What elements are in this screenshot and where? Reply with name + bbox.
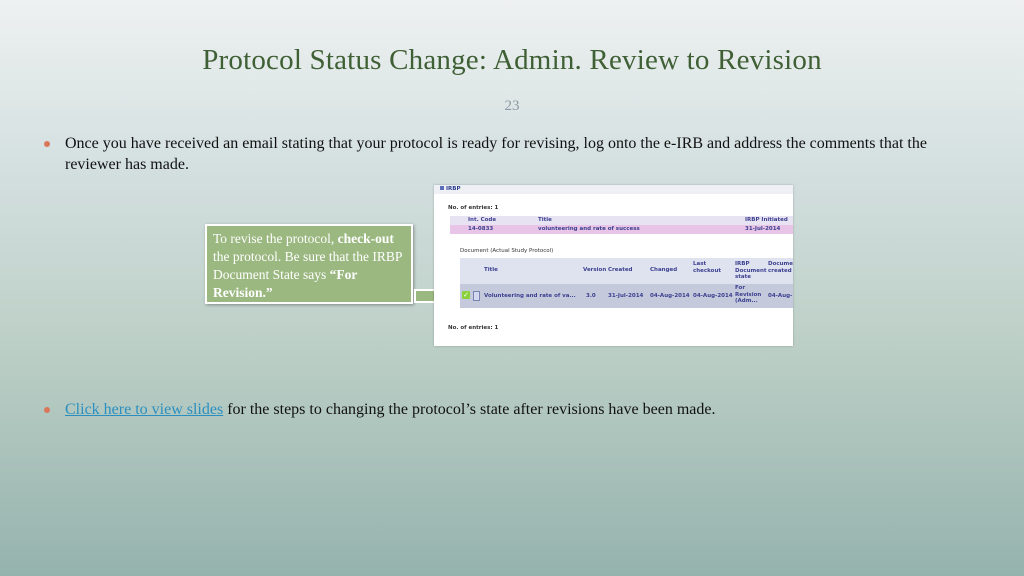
bullet-text-2: Click here to view slides for the steps … — [65, 399, 944, 420]
col-created: Created — [608, 267, 633, 273]
table-row[interactable]: 14-0833 volunteering and rate of success… — [450, 225, 793, 234]
document-icon — [473, 291, 480, 301]
cell-last-checkout: 04-Aug-2014 — [693, 293, 733, 299]
col-last-checkout: Last checkout — [693, 261, 721, 274]
cell-created: 31-Jul-2014 — [608, 293, 644, 299]
protocol-table: Int. Code Title IRBP Initiated 14-0833 v… — [450, 216, 793, 234]
protocol-table-header: Int. Code Title IRBP Initiated — [450, 216, 793, 225]
view-slides-link[interactable]: Click here to view slides — [65, 401, 223, 418]
cell-version: 3.0 — [586, 293, 596, 299]
bullet-dot-icon — [44, 407, 50, 413]
col-changed: Changed — [650, 267, 678, 273]
entries-count-top: No. of entries: 1 — [448, 205, 499, 211]
callout-text-2: the protocol. Be sure that the IRBP Docu… — [213, 249, 402, 282]
col-document-created: Docume created — [768, 261, 793, 274]
bullet-text-2-rest: for the steps to changing the protocol’s… — [223, 401, 716, 418]
slide-number: 23 — [504, 98, 520, 114]
document-table-header: Title Version Created Changed Last check… — [460, 258, 793, 284]
instruction-callout: To revise the protocol, check-out the pr… — [205, 224, 413, 304]
col-title: Title — [538, 217, 552, 223]
irbp-header-label: IRBP — [446, 186, 461, 192]
table-row[interactable]: ✓ Volunteering and rate of va... 3.0 31-… — [460, 284, 793, 308]
col-version: Version — [583, 267, 607, 273]
document-table: Title Version Created Changed Last check… — [460, 258, 793, 308]
cell-doc-title: Volunteering and rate of va... — [484, 293, 576, 299]
callout-bold-checkout: check-out — [337, 231, 394, 246]
irbp-header-icon — [440, 186, 444, 190]
cell-changed: 04-Aug-2014 — [650, 293, 690, 299]
slide-title: Protocol Status Change: Admin. Review to… — [202, 44, 822, 76]
col-int-code: Int. Code — [468, 217, 497, 223]
col-doc-title: Title — [484, 267, 498, 273]
e-irb-screenshot: IRBP No. of entries: 1 Int. Code Title I… — [434, 185, 793, 346]
callout-text-1: To revise the protocol, — [213, 231, 338, 246]
entries-count-bottom: No. of entries: 1 — [448, 325, 499, 331]
bullet-text-1: Once you have received an email stating … — [65, 135, 927, 173]
cell-document-state: For Revision (Adm... — [735, 285, 762, 304]
col-irbp-initiated: IRBP Initiated — [745, 217, 788, 223]
irbp-header: IRBP — [434, 185, 793, 194]
cell-int-code: 14-0833 — [468, 226, 494, 232]
col-document-state: IRBP Document state — [735, 261, 767, 280]
cell-initiated: 31-Jul-2014 — [745, 226, 781, 232]
document-section-label: Document (Actual Study Protocol) — [460, 248, 554, 254]
cell-document-created: 04-Aug- — [768, 293, 793, 299]
bullet-item-2: Click here to view slides for the steps … — [44, 399, 944, 420]
checkout-icon[interactable]: ✓ — [462, 291, 470, 299]
bullet-item-1: Once you have received an email stating … — [44, 133, 944, 175]
cell-title: volunteering and rate of success — [538, 226, 640, 232]
bullet-dot-icon — [44, 141, 50, 147]
